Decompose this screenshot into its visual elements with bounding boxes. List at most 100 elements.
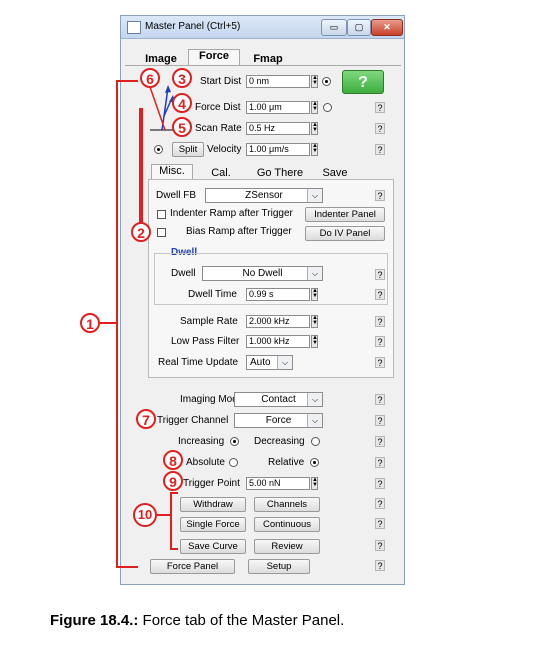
decreasing-label: Decreasing <box>254 436 305 447</box>
minimize-button[interactable]: ▭ <box>321 19 347 36</box>
help-icon-trigger-channel[interactable]: ? <box>375 415 385 426</box>
indenter-ramp-checkbox[interactable] <box>157 210 166 219</box>
title-bar[interactable]: Master Panel (Ctrl+5) ▭ ▢ ✕ <box>121 16 404 39</box>
callout-7: 7 <box>136 409 156 429</box>
bias-ramp-checkbox[interactable] <box>157 228 166 237</box>
trigger-point-field[interactable]: 5.00 nN <box>246 477 310 490</box>
force-dist-field[interactable]: 1.00 μm <box>246 101 310 114</box>
low-pass-filter-label: Low Pass Filter <box>171 336 240 347</box>
dwell-time-spinner[interactable]: ▲ ▼ <box>311 288 318 301</box>
trigger-channel-select[interactable]: Force ⌵ <box>234 413 323 428</box>
scan-rate-field[interactable]: 0.5 Hz <box>246 122 310 135</box>
maximize-button[interactable]: ▢ <box>347 19 371 36</box>
help-icon-sample-rate[interactable]: ? <box>375 316 385 327</box>
sample-rate-field[interactable]: 2.000 kHz <box>246 315 310 328</box>
help-icon-save-curve[interactable]: ? <box>375 540 385 551</box>
velocity-label: Velocity <box>207 144 242 155</box>
help-icon-dwell-time[interactable]: ? <box>375 289 385 300</box>
increasing-label: Increasing <box>178 436 225 447</box>
help-icon-force-panel[interactable]: ? <box>375 560 385 571</box>
callout-8: 8 <box>163 450 183 470</box>
imaging-mode-select[interactable]: Contact ⌵ <box>234 392 323 407</box>
help-icon-low-pass[interactable]: ? <box>375 336 385 347</box>
start-dist-spinner[interactable]: ▲ ▼ <box>311 75 318 88</box>
go-button-label: ? <box>358 74 368 91</box>
force-panel-button[interactable]: Force Panel <box>150 559 235 574</box>
low-pass-filter-field[interactable]: 1.000 kHz <box>246 335 310 348</box>
start-dist-radio[interactable] <box>322 77 331 86</box>
do-iv-panel-button[interactable]: Do IV Panel <box>305 226 385 241</box>
continuous-button[interactable]: Continuous <box>254 517 320 532</box>
bracket-10-connector <box>157 514 170 516</box>
absolute-radio[interactable] <box>229 458 238 467</box>
dwell-fb-label: Dwell FB <box>156 190 197 201</box>
help-icon-dwell-fb[interactable]: ? <box>375 190 385 201</box>
real-time-update-label: Real Time Update <box>158 357 239 368</box>
go-button[interactable]: ? <box>342 70 384 94</box>
single-force-button[interactable]: Single Force <box>180 517 246 532</box>
dwell-fb-value: ZSensor <box>245 190 283 201</box>
velocity-field[interactable]: 1.00 μm/s <box>246 143 310 156</box>
help-icon-single-force[interactable]: ? <box>375 518 385 529</box>
dwell-time-label: Dwell Time <box>188 289 237 300</box>
tab-go-there[interactable]: Go There <box>252 167 308 179</box>
force-dist-spinner[interactable]: ▲ ▼ <box>311 101 318 114</box>
callout-4: 4 <box>172 93 192 113</box>
bracket-10-vertical <box>170 492 172 550</box>
bracket-1-top <box>116 80 138 82</box>
force-dist-radio[interactable] <box>323 103 332 112</box>
velocity-spinner[interactable]: ▲ ▼ <box>311 143 318 156</box>
start-dist-field[interactable]: 0 nm <box>246 75 310 88</box>
review-button[interactable]: Review <box>254 539 320 554</box>
help-icon-scan-rate[interactable]: ? <box>375 123 385 134</box>
bracket-10-bottom <box>170 548 178 550</box>
callout-5: 5 <box>172 117 192 137</box>
help-icon-trigger-point[interactable]: ? <box>375 478 385 489</box>
channels-button[interactable]: Channels <box>254 497 320 512</box>
help-icon-real-time[interactable]: ? <box>375 357 385 368</box>
tab-strip-divider <box>125 65 401 66</box>
indenter-panel-button[interactable]: Indenter Panel <box>305 207 385 222</box>
save-curve-button[interactable]: Save Curve <box>180 539 246 554</box>
bracket-1-connector <box>100 322 116 324</box>
tab-misc[interactable]: Misc. <box>151 164 193 180</box>
dwell-fb-select[interactable]: ZSensor ⌵ <box>205 188 323 203</box>
trigger-point-spinner[interactable]: ▲ ▼ <box>311 477 318 490</box>
tab-save[interactable]: Save <box>318 167 352 179</box>
dwell-select[interactable]: No Dwell ⌵ <box>202 266 323 281</box>
low-pass-filter-spinner[interactable]: ▲ ▼ <box>311 335 318 348</box>
bracket-1-vertical <box>116 80 118 568</box>
close-button[interactable]: ✕ <box>371 19 403 36</box>
split-radio[interactable] <box>154 145 163 154</box>
help-icon-velocity[interactable]: ? <box>375 144 385 155</box>
tab-force[interactable]: Force <box>188 49 240 66</box>
window-title: Master Panel (Ctrl+5) <box>145 21 241 32</box>
help-icon-dwell[interactable]: ? <box>375 269 385 280</box>
callout-3: 3 <box>172 68 192 88</box>
help-icon-imaging-mode[interactable]: ? <box>375 394 385 405</box>
sample-rate-spinner[interactable]: ▲ ▼ <box>311 315 318 328</box>
help-icon-abs-rel[interactable]: ? <box>375 457 385 468</box>
withdraw-button[interactable]: Withdraw <box>180 497 246 512</box>
help-icon-withdraw[interactable]: ? <box>375 498 385 509</box>
tab-cal[interactable]: Cal. <box>206 167 236 179</box>
chevron-down-icon: ⌵ <box>307 393 322 406</box>
dwell-label: Dwell <box>171 268 196 279</box>
relative-radio[interactable] <box>310 458 319 467</box>
decreasing-radio[interactable] <box>311 437 320 446</box>
help-icon-direction[interactable]: ? <box>375 436 385 447</box>
setup-button[interactable]: Setup <box>248 559 310 574</box>
chevron-down-icon: ⌵ <box>277 356 292 369</box>
bracket-10-top <box>170 492 178 494</box>
chevron-down-icon: ⌵ <box>307 414 322 427</box>
scan-rate-spinner[interactable]: ▲ ▼ <box>311 122 318 135</box>
callout-10: 10 <box>133 503 157 527</box>
callout-6-pointer <box>149 86 166 131</box>
real-time-update-select[interactable]: Auto ⌵ <box>246 355 293 370</box>
dwell-time-field[interactable]: 0.99 s <box>246 288 310 301</box>
callout-2: 2 <box>131 222 151 242</box>
split-button[interactable]: Split <box>172 142 204 157</box>
help-icon-force-dist[interactable]: ? <box>375 102 385 113</box>
dwell-value: No Dwell <box>242 268 283 279</box>
increasing-radio[interactable] <box>230 437 239 446</box>
